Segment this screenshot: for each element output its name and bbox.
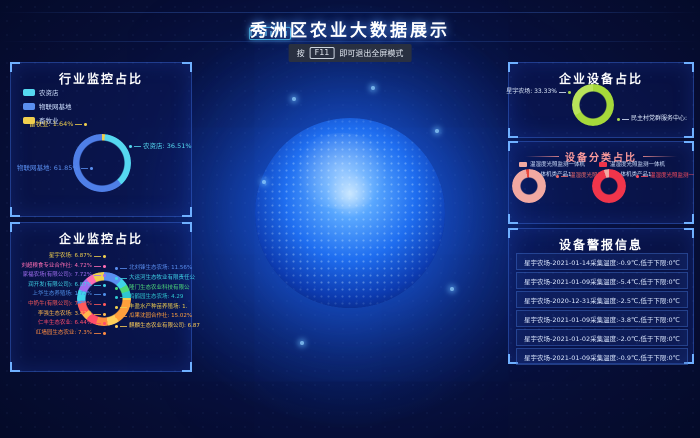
legend-swatch	[519, 162, 527, 167]
header-line	[0, 12, 700, 13]
panel-industry-monitor: 行业监控占比 农资店 物联网基地 畜牧业 畜牧业: 1.64% 农资店: 36.…	[10, 62, 192, 217]
alarm-row: 星宇农场-2021-01-09采集温度:-3.8℃,低于下限:0℃	[516, 310, 688, 327]
panel-device-alarm: 设备警报信息 星宇农场-2021-01-14采集温度:-0.9℃,低于下限:0℃…	[508, 228, 694, 364]
header-line	[0, 41, 700, 42]
pie-label: 瓜果沈园合作社: 15.02%	[115, 314, 192, 320]
legend-item[interactable]: 农资店	[23, 87, 72, 97]
pie-label: 麒麟生态农业有限公司: 6.87	[115, 324, 200, 330]
legend-label: 温湿度光照监测一体机	[530, 160, 585, 168]
globe	[255, 118, 445, 308]
pie-label: 润开发(有限公司): 6.87%	[11, 283, 106, 289]
legend-item[interactable]: 温湿度光照监测一体机	[519, 160, 585, 168]
alarm-row: 星宇农场-2021-01-02采集温度:-2.0℃,低于下限:0℃	[516, 329, 688, 346]
spark-dot	[300, 341, 304, 345]
pie-label: 北刘锋生态农场: 11.56%	[115, 266, 192, 272]
spark-dot	[435, 129, 439, 133]
legend-label: 物联网基地	[39, 101, 72, 111]
legend-label: 农资店	[39, 87, 59, 97]
spark-dot	[371, 86, 375, 90]
pie-label: 丰盈水产种苗养殖场: 1.	[115, 305, 187, 311]
spark-dot	[262, 180, 266, 184]
f11-keycap: F11	[310, 47, 335, 59]
pie-label: 大运河生态牧业有限责任公	[115, 276, 195, 282]
legend-item[interactable]: 物联网基地	[23, 101, 72, 111]
legend-item[interactable]: 温湿度光照监测一体机	[599, 160, 665, 168]
pie-label: 仁丰生态农业: 6.44%	[11, 321, 106, 327]
panel-title: 企业监控占比	[11, 223, 191, 247]
pie-label: 隆门生态农业科技有限公	[115, 286, 190, 292]
pie-label: 鸣鹤园生态农场: 4.29	[115, 295, 183, 301]
panel-title: 设备警报信息	[509, 229, 693, 253]
category-donut-left[interactable]	[512, 169, 546, 203]
spark-dot	[450, 287, 454, 291]
panel-device-category: 设备分类占比 温湿度光照监测一体机 一体机类产品1 温湿度光照监测一 温湿度光照…	[508, 141, 694, 224]
tip-suffix: 即可退出全屏模式	[339, 48, 403, 59]
alarm-row: 星宇农场-2021-01-14采集温度:-0.9℃,低于下限:0℃	[516, 253, 688, 270]
legend-label: 温湿度光照监测一体机	[610, 160, 665, 168]
alarm-row: 星宇农场-2021-01-09采集温度:-5.4℃,低于下限:0℃	[516, 272, 688, 289]
page-title: 秀洲区农业大数据展示	[0, 16, 700, 41]
pie-label: 畜牧业: 1.64%	[29, 121, 87, 128]
pie-label: 家福农场(有限公司): 7.72%	[11, 273, 106, 279]
fullscreen-tip: 按 F11 即可退出全屏模式	[289, 44, 412, 62]
category-donut-right[interactable]	[592, 169, 626, 203]
pie-label: 星宇农场: 6.87%	[11, 254, 106, 260]
alarm-row: 星宇农场-2020-12-31采集温度:-2.5℃,低于下限:0℃	[516, 291, 688, 308]
pie-label: 红墙园生态农业: 7.3%	[11, 331, 106, 337]
spark-dot	[292, 97, 296, 101]
pie-label: 温湿度光照监测一	[636, 174, 694, 180]
pie-label: 李强生态农场: 3.42%	[11, 312, 106, 318]
device-donut-chart[interactable]	[572, 84, 614, 126]
legend-swatch	[23, 89, 35, 96]
tip-prefix: 按	[297, 48, 305, 59]
legend-swatch	[23, 103, 35, 110]
pie-label: 民主村党群服务中心:	[617, 116, 687, 122]
pie-label: 刘超粮食专业合作社: 4.72%	[11, 264, 106, 270]
legend-swatch	[599, 162, 607, 167]
industry-donut-chart[interactable]	[73, 134, 131, 192]
pie-label: 物联网基地: 61.85%	[17, 165, 93, 172]
alarm-row: 星宇农场-2021-01-09采集温度:-0.9℃,低于下限:0℃	[516, 348, 688, 365]
panel-title: 企业设备占比	[509, 63, 693, 87]
dashboard: 秀洲区农业大数据展示 按 F11 即可退出全屏模式 行业监控占比 农资店 物联网…	[0, 0, 700, 438]
pie-label: 农资店: 36.51%	[129, 143, 192, 150]
pie-label: 中奶牛(有限公司): 7.29%	[11, 302, 106, 308]
pie-label: 星宇农场: 33.33%	[517, 89, 571, 95]
panel-title: 行业监控占比	[11, 63, 191, 87]
panel-enterprise-monitor: 企业监控占比 星宇农场: 6.87% 刘超粮食专业合作社: 4.72% 家福农场…	[10, 222, 192, 372]
panel-enterprise-device: 企业设备占比 星宇农场: 33.33% 民主村党群服务中心:	[508, 62, 694, 138]
pie-label: 上华生态养殖场: 1.72%	[11, 292, 106, 298]
